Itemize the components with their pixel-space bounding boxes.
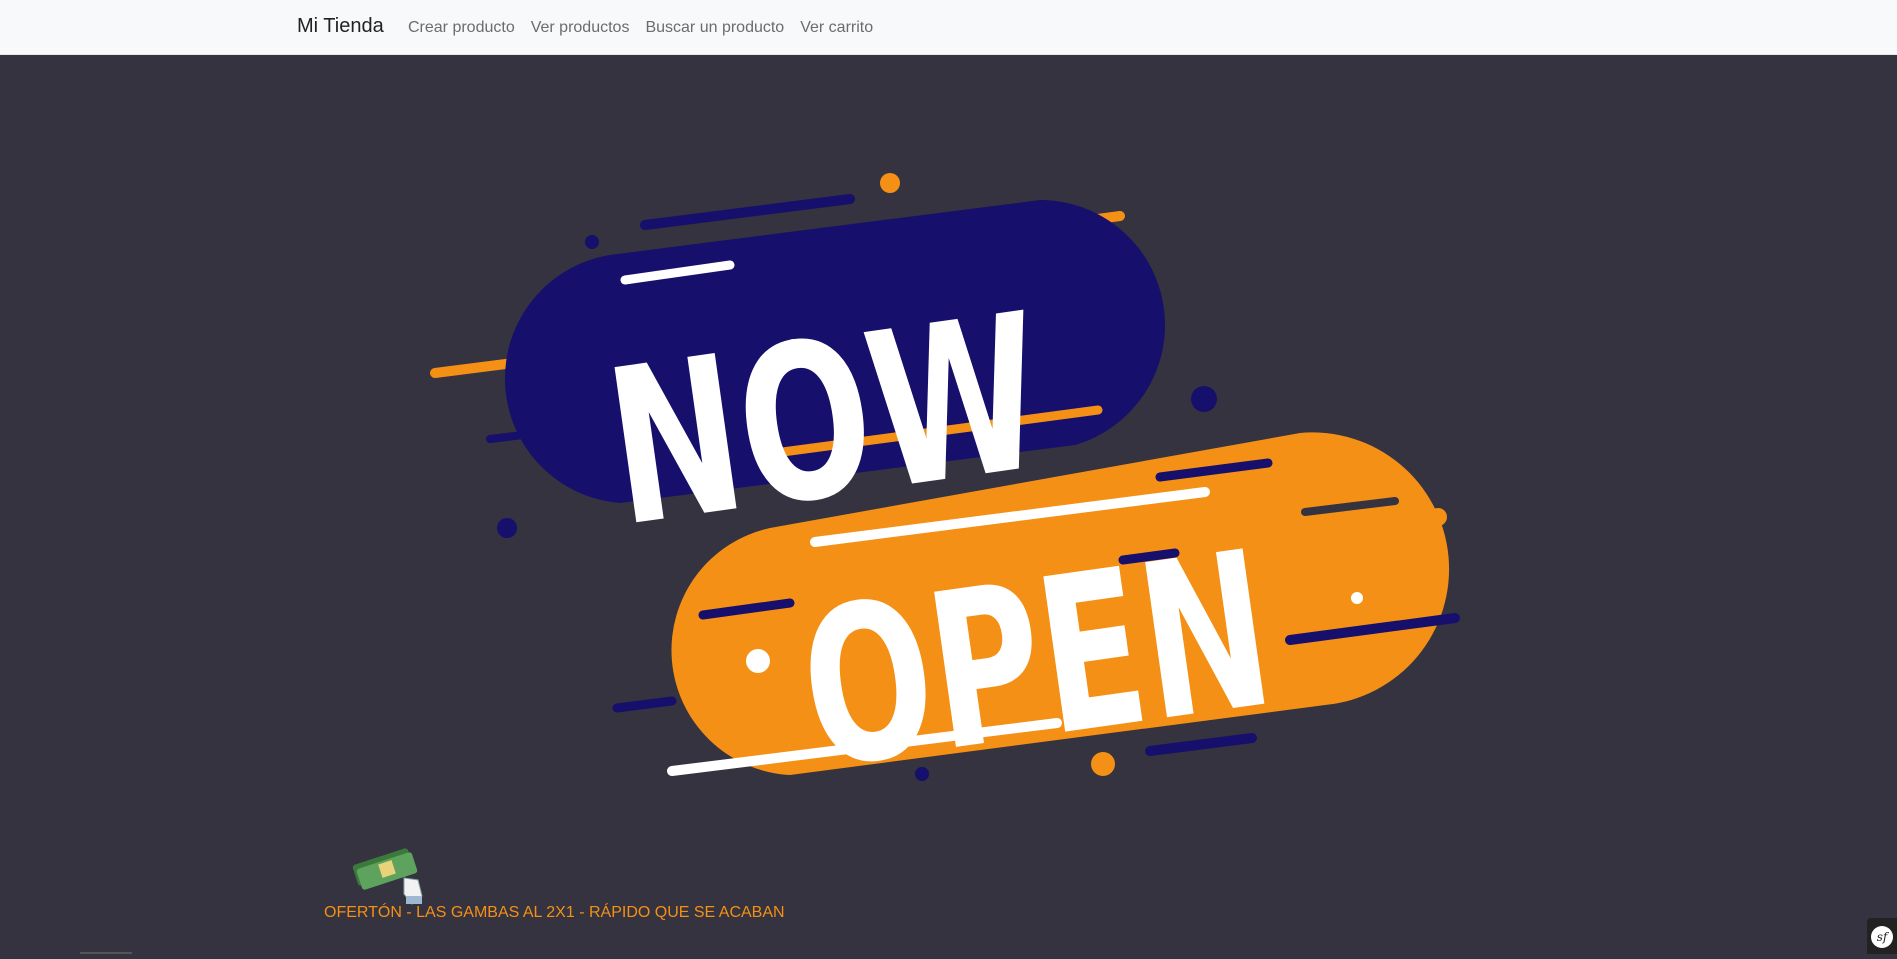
nav-link-ver-productos[interactable]: Ver productos [531, 19, 630, 37]
symfony-toolbar-toggle[interactable]: sf [1867, 918, 1897, 954]
navbar: Mi Tienda Crear producto Ver productos B… [0, 0, 1897, 55]
symfony-logo-icon: sf [1871, 926, 1893, 948]
nav-link-buscar-producto[interactable]: Buscar un producto [645, 19, 784, 37]
brand-link[interactable]: Mi Tienda [297, 15, 384, 38]
nav-links: Crear producto Ver productos Buscar un p… [408, 19, 889, 37]
now-open-graphic: NOW OPEN [0, 55, 1897, 954]
hero-banner: NOW OPEN [0, 55, 1897, 954]
promo-banner-text[interactable]: OFERTÓN - LAS GAMBAS AL 2X1 - RÁPIDO QUE… [324, 904, 785, 922]
money-hand-icon [346, 838, 436, 910]
nav-link-crear-producto[interactable]: Crear producto [408, 19, 515, 37]
nav-link-ver-carrito[interactable]: Ver carrito [800, 19, 873, 37]
